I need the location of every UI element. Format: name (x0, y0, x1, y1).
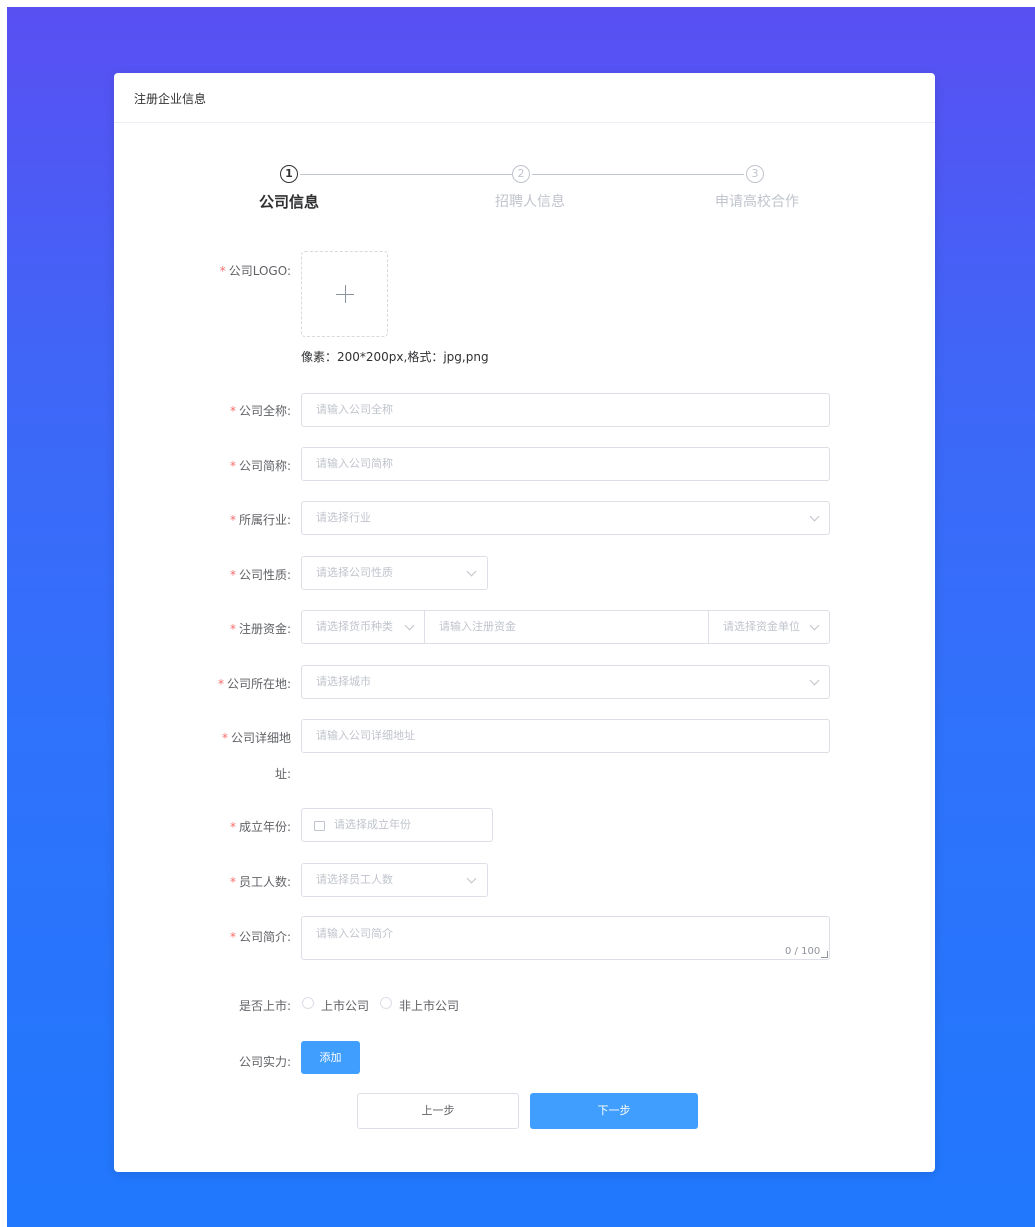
radio-listed-label[interactable]: 上市公司 (321, 997, 369, 1014)
unit-placeholder: 请选择资金单位 (723, 620, 800, 633)
radio-unlisted[interactable] (380, 997, 392, 1009)
full-name-label-text: 公司全称: (238, 404, 291, 418)
capital-label: * 注册资金: (229, 622, 291, 636)
founded-placeholder: 请选择成立年份 (334, 818, 411, 831)
employees-label: * 员工人数: (229, 875, 291, 889)
strength-label: 公司实力: (238, 1055, 291, 1069)
logo-label-text: 公司LOGO: (228, 264, 291, 278)
full-name-input[interactable]: 请输入公司全称 (301, 393, 830, 427)
nature-placeholder: 请选择公司性质 (316, 566, 393, 579)
logo-hint: 像素：200*200px,格式：jpg,png (301, 350, 489, 364)
currency-placeholder: 请选择货币种类 (316, 620, 393, 633)
logo-label: * 公司LOGO: (191, 262, 291, 279)
city-placeholder: 请选择城市 (316, 675, 371, 688)
industry-select[interactable]: 请选择行业 (301, 501, 830, 535)
step-1-number: 1 (280, 165, 298, 183)
founded-label-text: 成立年份: (238, 820, 291, 834)
industry-placeholder: 请选择行业 (316, 511, 371, 524)
next-button[interactable]: 下一步 (530, 1093, 698, 1129)
register-card: 注册企业信息 1 2 3 公司信息 招聘人信息 申请高校合作 * 公司LOGO: … (114, 73, 935, 1172)
employees-placeholder: 请选择员工人数 (316, 873, 393, 886)
intro-textarea[interactable]: 请输入公司简介 (301, 916, 830, 960)
listed-label: 是否上市: (238, 999, 291, 1013)
step-2-number: 2 (512, 165, 530, 183)
prev-button[interactable]: 上一步 (357, 1093, 519, 1129)
step-2-title: 招聘人信息 (495, 194, 565, 210)
logo-upload[interactable] (301, 251, 388, 337)
employees-select[interactable]: 请选择员工人数 (301, 863, 488, 897)
capital-amount-input[interactable]: 请输入注册资金 (425, 611, 708, 643)
step-3-number: 3 (746, 165, 764, 183)
short-name-label: * 公司简称: (229, 459, 291, 473)
step-3-title: 申请高校合作 (715, 194, 799, 210)
nature-select[interactable]: 请选择公司性质 (301, 556, 488, 590)
plus-icon-v (345, 285, 346, 303)
radio-listed[interactable] (302, 997, 314, 1009)
nature-label: * 公司性质: (229, 568, 291, 582)
calendar-icon (314, 821, 325, 831)
radio-unlisted-label[interactable]: 非上市公司 (399, 997, 459, 1014)
required-mark: * (219, 264, 226, 278)
intro-label-text: 公司简介: (238, 930, 291, 944)
capital-label-text: 注册资金: (238, 622, 291, 636)
intro-counter: 0 / 100 (785, 946, 821, 957)
short-name-input[interactable]: 请输入公司简称 (301, 447, 830, 481)
intro-label: * 公司简介: (229, 930, 291, 944)
founded-date-picker[interactable]: 请选择成立年份 (301, 808, 493, 842)
resize-handle-icon[interactable] (821, 951, 828, 958)
full-name-label: * 公司全称: (229, 404, 291, 418)
founded-label: * 成立年份: (229, 820, 291, 834)
industry-label: * 所属行业: (229, 513, 291, 527)
address-label: * 公司详细地 (221, 731, 291, 745)
city-select[interactable]: 请选择城市 (301, 665, 830, 699)
city-label-text: 公司所在地: (226, 677, 291, 691)
city-label: * 公司所在地: (217, 677, 291, 691)
address-input[interactable]: 请输入公司详细地址 (301, 719, 830, 753)
step-line-2 (532, 174, 744, 175)
steps: 1 2 3 公司信息 招聘人信息 申请高校合作 (114, 165, 935, 225)
step-1-title: 公司信息 (258, 193, 319, 211)
short-name-label-text: 公司简称: (238, 459, 291, 473)
industry-label-text: 所属行业: (238, 513, 291, 527)
nature-label-text: 公司性质: (238, 568, 291, 582)
employees-label-text: 员工人数: (238, 875, 291, 889)
capital-group: 请选择货币种类 请输入注册资金 请选择资金单位 (301, 610, 830, 644)
left-strip (0, 0, 7, 1227)
add-strength-button[interactable]: 添加 (301, 1041, 360, 1074)
top-strip (0, 0, 1035, 7)
address-label-2: 址: (274, 767, 291, 781)
card-title: 注册企业信息 (114, 73, 935, 123)
address-label-line1: 公司详细地 (230, 731, 291, 745)
step-line-1 (300, 174, 512, 175)
